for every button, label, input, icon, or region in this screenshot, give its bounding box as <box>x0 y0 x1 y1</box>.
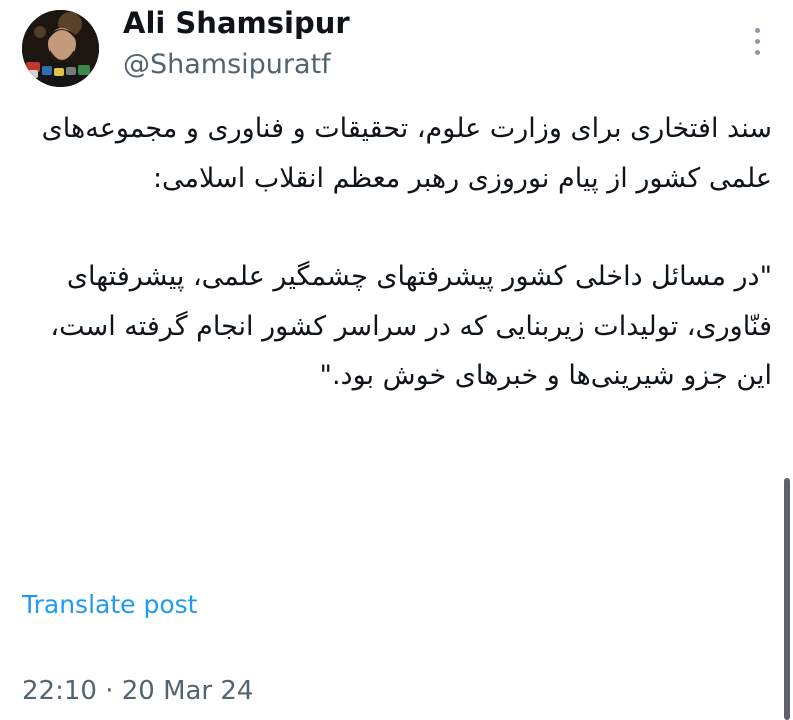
post-timestamp[interactable]: 22:10 · 20 Mar 24 <box>22 676 253 706</box>
post-paragraph-quote: "در مسائل داخلی کشور پیشرفتهای چشمگیر عل… <box>50 261 772 391</box>
translate-post-link[interactable]: Translate post <box>22 590 197 619</box>
more-vertical-icon-dot <box>755 39 760 44</box>
avatar[interactable] <box>22 10 99 87</box>
post-text: سند افتخاری برای وزارت علوم، تحقیقات و ف… <box>20 104 772 401</box>
author-name[interactable]: Ali Shamsipur <box>123 6 350 40</box>
more-options-button[interactable] <box>746 24 770 60</box>
author-handle[interactable]: @Shamsipuratf <box>123 49 331 80</box>
post-paragraph-intro: سند افتخاری برای وزارت علوم، تحقیقات و ف… <box>41 113 772 194</box>
more-vertical-icon <box>755 28 760 33</box>
more-vertical-icon-dot <box>755 50 760 55</box>
avatar-photo <box>22 10 99 87</box>
scrollbar-thumb[interactable] <box>784 478 790 720</box>
post-header: Ali Shamsipur @Shamsipuratf <box>0 0 793 100</box>
